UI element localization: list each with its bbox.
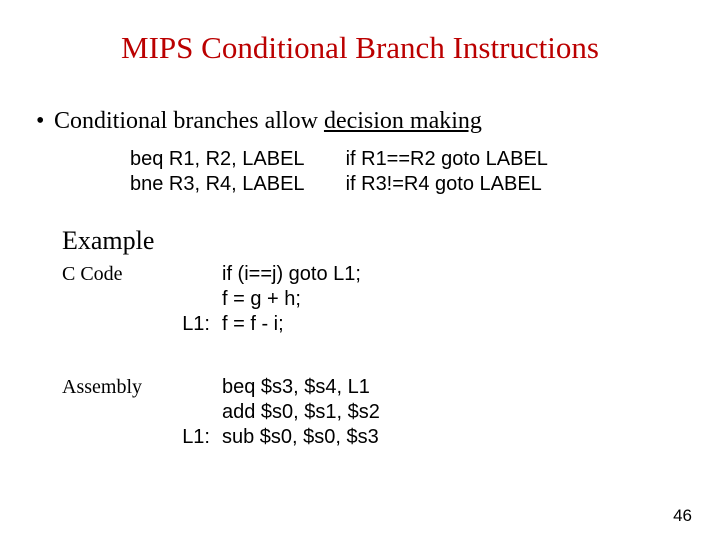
table-row: C Code if (i==j) goto L1; [62,262,361,287]
slide: MIPS Conditional Branch Instructions •Co… [0,0,720,540]
instr-asm: bne R3, R4, LABEL [130,172,340,197]
page-number: 46 [673,506,692,526]
bullet-line: •Conditional branches allow decision mak… [36,108,482,135]
slide-title: MIPS Conditional Branch Instructions [0,30,720,66]
assembly-block: Assembly beq $s3, $s4, L1 add $s0, $s1, $… [62,375,380,450]
table-row: f = g + h; [62,287,361,312]
instr-asm: beq R1, R2, LABEL [130,147,340,172]
code-line: f = f - i; [222,312,284,337]
instr-meaning: if R3!=R4 goto LABEL [346,172,542,197]
bullet-underlined: decision making [324,108,482,134]
table-row: L1: f = f - i; [62,312,361,337]
row-tag: L1: [166,312,210,337]
table-row: add $s0, $s1, $s2 [62,400,380,425]
code-line: sub $s0, $s0, $s3 [222,425,379,450]
table-row: L1: sub $s0, $s0, $s3 [62,425,380,450]
bullet-text: Conditional branches allow [54,108,324,134]
code-line: add $s0, $s1, $s2 [222,400,380,425]
row-tag: L1: [166,425,210,450]
row-label: C Code [62,262,166,287]
bullet-dot: • [36,108,54,135]
example-heading: Example [62,226,154,256]
instruction-table: beq R1, R2, LABEL if R1==R2 goto LABEL b… [130,147,548,197]
table-row: Assembly beq $s3, $s4, L1 [62,375,380,400]
table-row: bne R3, R4, LABEL if R3!=R4 goto LABEL [130,172,548,197]
c-code-block: C Code if (i==j) goto L1; f = g + h; L1: f… [62,262,361,337]
code-line: beq $s3, $s4, L1 [222,375,370,400]
code-line: if (i==j) goto L1; [222,262,361,287]
instr-meaning: if R1==R2 goto LABEL [346,147,548,172]
code-line: f = g + h; [222,287,301,312]
table-row: beq R1, R2, LABEL if R1==R2 goto LABEL [130,147,548,172]
row-label: Assembly [62,375,166,400]
